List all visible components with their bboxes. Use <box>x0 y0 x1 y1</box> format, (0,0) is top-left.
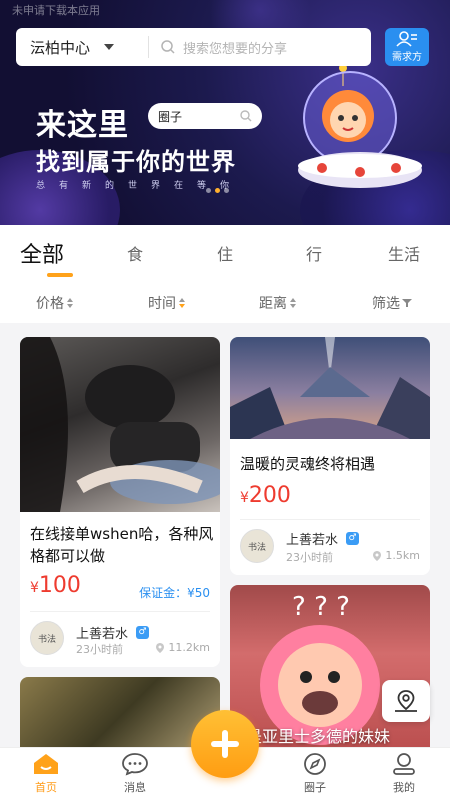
tab-food[interactable]: 食 <box>127 241 143 265</box>
banner-subheadline: 找到属于你的世界 <box>36 148 236 176</box>
post-image <box>20 677 220 757</box>
nav-messages-label: 消息 <box>124 781 146 794</box>
map-button[interactable] <box>382 680 430 722</box>
post-distance: 11.2km <box>156 641 210 654</box>
tab-housing[interactable]: 住 <box>217 241 233 265</box>
sort-price-label: 价格 <box>36 296 64 312</box>
profile-icon <box>393 753 415 775</box>
map-pin-icon <box>395 690 417 712</box>
post-photo <box>20 337 220 512</box>
post-card[interactable]: ? ? ? 是亚里士多德的妹妹 <box>230 585 430 757</box>
sort-bar: 价格 时间 距离 筛选 <box>0 293 450 313</box>
post-card[interactable]: 温暖的灵魂终将相遇 ¥200 书法 上善若水 ♂ 23小时前 1.5km <box>230 337 430 575</box>
price-value: 100 <box>38 573 81 598</box>
tab-all[interactable]: 全部 <box>20 237 64 269</box>
nav-profile-label: 我的 <box>393 781 415 794</box>
user-name[interactable]: 上善若水 ♂ <box>76 623 150 642</box>
search-icon <box>240 110 252 122</box>
tab-life[interactable]: 生活 <box>388 241 420 265</box>
avatar[interactable]: 书法 <box>30 621 64 655</box>
user-name[interactable]: 上善若水 ♂ <box>286 529 360 548</box>
location-icon <box>373 550 382 561</box>
post-time: 23小时前 <box>286 551 333 564</box>
post-card[interactable] <box>20 677 220 757</box>
gender-male-icon: ♂ <box>136 626 150 639</box>
sort-time-label: 时间 <box>148 296 176 312</box>
nav-home-label: 首页 <box>35 781 57 794</box>
demand-icon <box>396 31 417 47</box>
message-icon <box>122 753 148 776</box>
astronaut-mascot-illustration <box>298 64 422 188</box>
sort-arrows-icon <box>179 298 185 308</box>
nav-home[interactable]: 首页 <box>16 752 76 795</box>
user-name-text: 上善若水 <box>76 627 129 642</box>
avatar[interactable]: 书法 <box>240 529 274 563</box>
price-value: 200 <box>248 483 291 508</box>
carousel-dot <box>224 188 229 193</box>
category-tabs: 全部 食 住 行 生活 <box>0 241 450 281</box>
search-input[interactable]: 搜索您想要的分享 <box>149 38 287 57</box>
demand-label: 需求方 <box>392 52 422 63</box>
post-price: ¥100 <box>30 573 81 598</box>
chevron-down-icon <box>104 44 115 50</box>
search-icon <box>161 40 175 54</box>
price-currency: ¥ <box>240 490 249 506</box>
search-placeholder: 搜索您想要的分享 <box>183 41 288 57</box>
user-name-text: 上善若水 <box>286 533 339 548</box>
carousel-indicator <box>206 188 229 193</box>
filter-icon <box>402 299 412 307</box>
plus-icon <box>211 730 239 758</box>
carousel-dot-active <box>215 188 220 193</box>
location-label: 沄柏中心 <box>30 38 91 57</box>
svg-text:? ? ?: ? ? ? <box>292 592 350 622</box>
nav-circle-label: 圈子 <box>304 781 326 794</box>
sort-price[interactable]: 价格 <box>36 293 74 313</box>
post-overlay-title: 是亚里士多德的妹妹 <box>246 727 391 746</box>
location-icon <box>156 642 165 653</box>
tab-travel[interactable]: 行 <box>306 241 322 265</box>
demand-button[interactable]: 需求方 <box>385 28 429 66</box>
location-selector[interactable]: 沄柏中心 <box>16 37 148 58</box>
card-divider <box>30 611 210 612</box>
nav-profile[interactable]: 我的 <box>374 752 434 795</box>
nav-circle[interactable]: 圈子 <box>285 752 345 795</box>
carousel-dot <box>206 188 211 193</box>
post-price: ¥200 <box>240 483 291 508</box>
distance-text: 1.5km <box>385 549 420 562</box>
post-image <box>20 337 220 512</box>
post-photo <box>230 337 430 439</box>
card-divider <box>240 519 420 520</box>
gender-male-icon: ♂ <box>346 532 360 545</box>
post-title: 在线接单wshen哈，各种风格都可以做 <box>30 525 214 565</box>
search-bar: 沄柏中心 搜索您想要的分享 <box>16 28 371 66</box>
status-bar-text: 未申请下载本应用 <box>12 4 100 17</box>
post-time: 23小时前 <box>76 643 123 656</box>
post-distance: 1.5km <box>373 549 420 562</box>
sort-arrows-icon <box>67 298 73 308</box>
banner-headline: 来这里 <box>36 108 129 143</box>
filter-button[interactable]: 筛选 <box>372 293 412 313</box>
home-icon <box>34 754 58 774</box>
add-post-button[interactable] <box>191 710 259 778</box>
distance-text: 11.2km <box>168 641 210 654</box>
post-title: 温暖的灵魂终将相遇 <box>240 455 376 473</box>
nav-messages[interactable]: 消息 <box>105 752 165 795</box>
price-currency: ¥ <box>30 580 39 596</box>
tab-active-indicator <box>47 273 73 277</box>
circle-pill-label: 圈子 <box>158 109 183 124</box>
sort-time[interactable]: 时间 <box>148 293 186 313</box>
banner-circle-search[interactable]: 圈子 <box>148 103 262 129</box>
deposit-label: 保证金：¥50 <box>139 586 210 600</box>
sort-distance-label: 距离 <box>259 296 287 312</box>
sort-distance[interactable]: 距离 <box>259 293 297 313</box>
sort-arrows-icon <box>290 298 296 308</box>
post-card[interactable]: 在线接单wshen哈，各种风格都可以做 ¥100 保证金：¥50 书法 上善若水… <box>20 337 220 667</box>
filter-label: 筛选 <box>372 296 400 312</box>
post-image <box>230 337 430 439</box>
compass-icon <box>304 753 326 775</box>
category-panel: 全部 食 住 行 生活 价格 时间 距离 筛选 <box>0 225 450 323</box>
